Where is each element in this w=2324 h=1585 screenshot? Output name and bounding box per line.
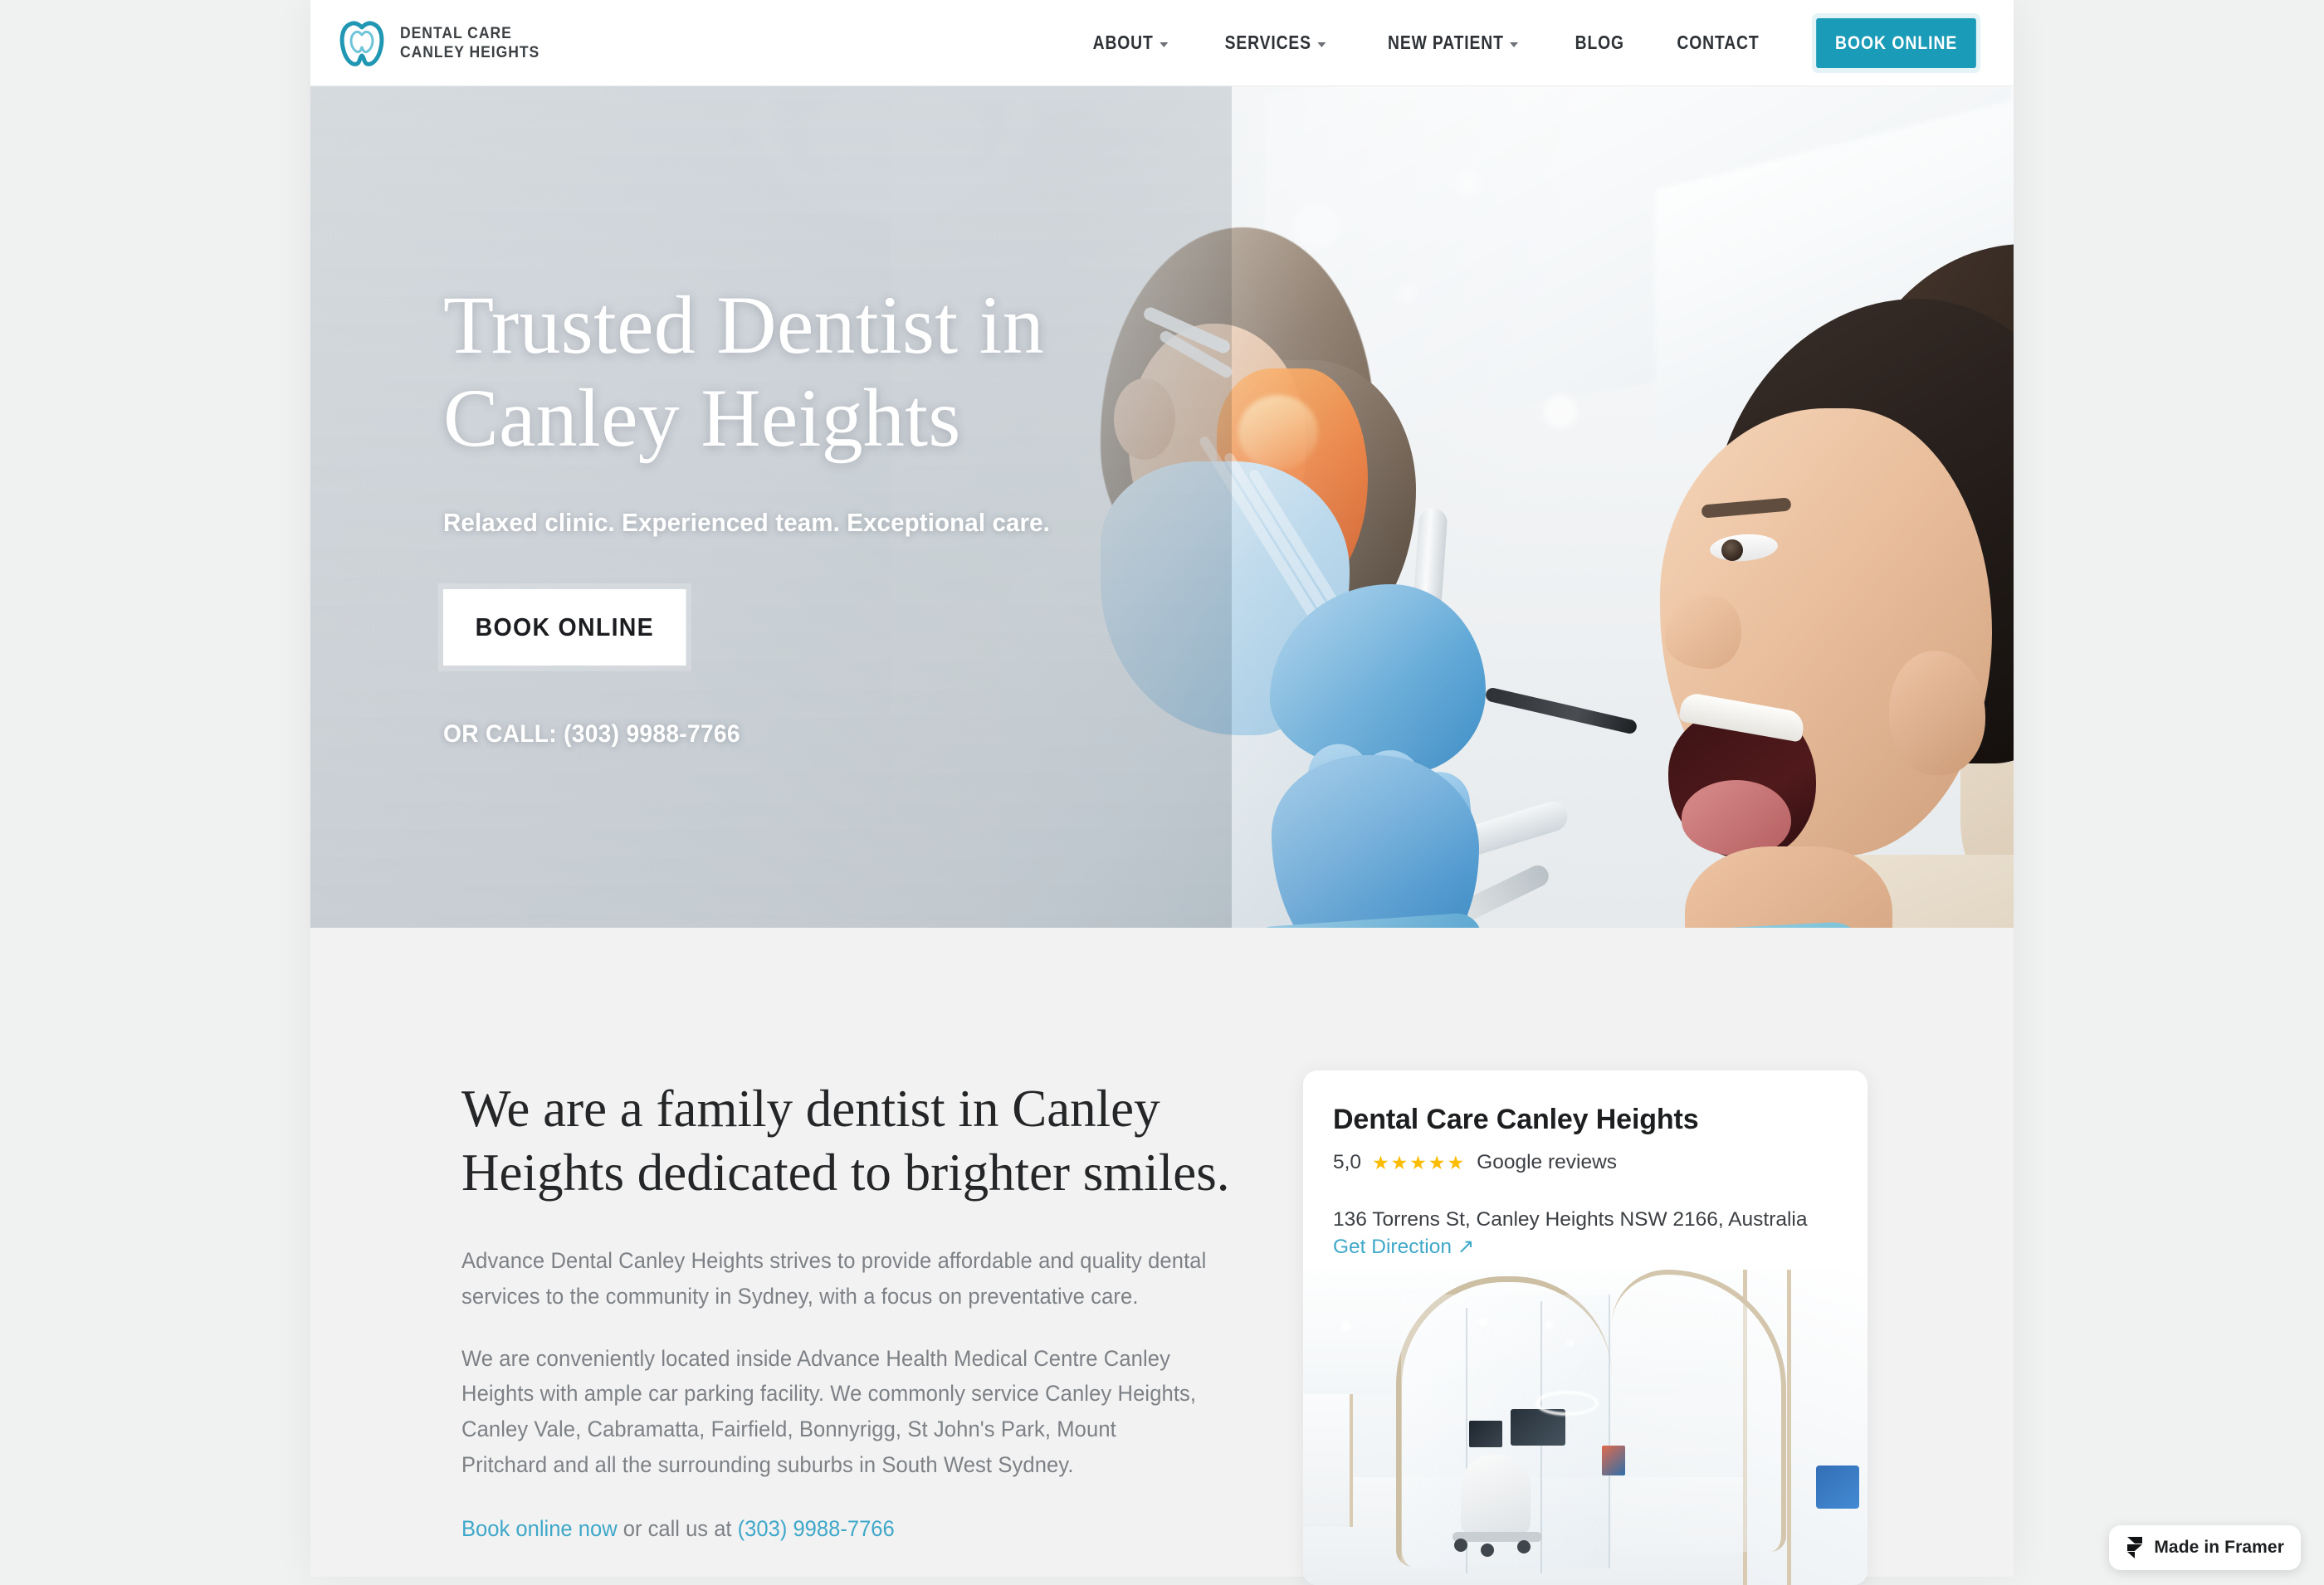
hero-phone-text[interactable]: OR CALL: (303) 9988-7766 bbox=[443, 720, 1379, 749]
header-book-online-button[interactable]: BOOK ONLINE bbox=[1816, 18, 1976, 68]
hero-book-online-button[interactable]: BOOK ONLINE bbox=[443, 589, 686, 666]
about-phone-link[interactable]: (303) 9988-7766 bbox=[738, 1516, 895, 1541]
nav-item-contact[interactable]: CONTACT bbox=[1660, 32, 1775, 54]
made-in-framer-badge[interactable]: Made in Framer bbox=[2109, 1525, 2301, 1570]
about-heading: We are a family dentist in Canley Height… bbox=[461, 1077, 1233, 1205]
nav-item-services-label: SERVICES bbox=[1224, 32, 1311, 54]
nav-item-about-label: ABOUT bbox=[1092, 32, 1153, 54]
about-link-middle-text: or call us at bbox=[618, 1516, 738, 1541]
hero-section: Trusted Dentist in Canley Heights Relaxe… bbox=[310, 86, 2014, 928]
review-card-body: Dental Care Canley Heights 5,0 ★★★★★ Goo… bbox=[1303, 1070, 1868, 1285]
hero-subheading: Relaxed clinic. Experienced team. Except… bbox=[443, 508, 1389, 538]
star-rating-icon: ★★★★★ bbox=[1372, 1152, 1466, 1174]
review-card-title: Dental Care Canley Heights bbox=[1333, 1104, 1838, 1136]
site-header: DENTAL CARE CANLEY HEIGHTS ABOUT SERVICE… bbox=[310, 0, 2014, 86]
brand-line-1: DENTAL CARE bbox=[400, 25, 540, 41]
hero-heading: Trusted Dentist in Canley Heights bbox=[443, 279, 1439, 465]
tooth-heart-logo-icon bbox=[339, 17, 387, 69]
page-inner: DENTAL CARE CANLEY HEIGHTS ABOUT SERVICE… bbox=[310, 0, 2014, 1577]
clinic-address: 136 Torrens St, Canley Heights NSW 2166,… bbox=[1333, 1208, 1808, 1231]
brand-text: DENTAL CARE CANLEY HEIGHTS bbox=[400, 25, 555, 61]
nav-item-new-patient-label: NEW PATIENT bbox=[1388, 32, 1504, 54]
page-shell: DENTAL CARE CANLEY HEIGHTS ABOUT SERVICE… bbox=[310, 0, 2014, 1577]
rating-value: 5,0 bbox=[1333, 1151, 1361, 1174]
google-review-card: Dental Care Canley Heights 5,0 ★★★★★ Goo… bbox=[1303, 1070, 1868, 1585]
hero-heading-line-1: Trusted Dentist in bbox=[443, 279, 1044, 371]
nav-item-about[interactable]: ABOUT bbox=[1076, 32, 1184, 54]
about-paragraph-1: Advance Dental Canley Heights strives to… bbox=[461, 1243, 1206, 1314]
framer-badge-label: Made in Framer bbox=[2154, 1538, 2284, 1558]
main-navigation: ABOUT SERVICES NEW PATIENT BLOG CONTACT … bbox=[1066, 18, 1987, 68]
brand-logo[interactable]: DENTAL CARE CANLEY HEIGHTS bbox=[339, 17, 555, 69]
about-paragraph-2: We are conveniently located inside Advan… bbox=[461, 1341, 1206, 1484]
google-reviews-label: Google reviews bbox=[1477, 1151, 1617, 1174]
about-text-column: We are a family dentist in Canley Height… bbox=[461, 1077, 1233, 1547]
brand-line-2: CANLEY HEIGHTS bbox=[400, 44, 540, 61]
about-section: We are a family dentist in Canley Height… bbox=[310, 928, 2014, 1577]
about-contact-line: Book online now or call us at (303) 9988… bbox=[461, 1511, 1206, 1546]
nav-item-contact-label: CONTACT bbox=[1677, 32, 1759, 54]
nav-item-blog[interactable]: BLOG bbox=[1559, 32, 1642, 54]
nav-item-new-patient[interactable]: NEW PATIENT bbox=[1371, 32, 1536, 54]
nav-item-services[interactable]: SERVICES bbox=[1208, 32, 1342, 54]
framer-logo-icon bbox=[2126, 1536, 2144, 1559]
hero-content: Trusted Dentist in Canley Heights Relaxe… bbox=[443, 279, 1439, 749]
chevron-down-icon bbox=[1160, 42, 1168, 47]
nav-item-blog-label: BLOG bbox=[1575, 32, 1624, 54]
review-card-rating-row: 5,0 ★★★★★ Google reviews bbox=[1333, 1151, 1838, 1174]
hero-heading-line-2: Canley Heights bbox=[443, 372, 961, 464]
book-online-now-link[interactable]: Book online now bbox=[461, 1516, 618, 1541]
chevron-down-icon bbox=[1317, 42, 1326, 47]
chevron-down-icon bbox=[1510, 42, 1518, 47]
get-direction-link[interactable]: Get Direction ↗ bbox=[1333, 1236, 1474, 1258]
review-card-address-row: 136 Torrens St, Canley Heights NSW 2166,… bbox=[1333, 1206, 1838, 1261]
clinic-interior-photo bbox=[1303, 1270, 1868, 1585]
